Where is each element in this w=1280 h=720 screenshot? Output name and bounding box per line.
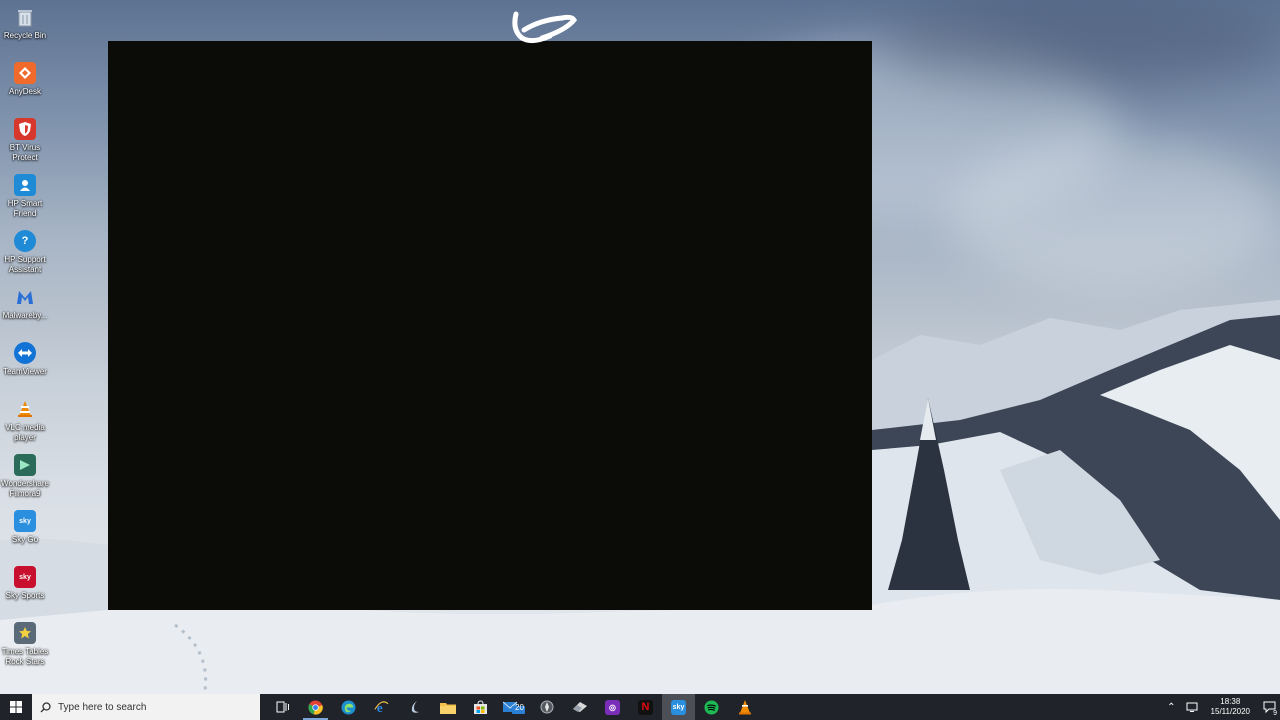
vlc-icon	[738, 700, 751, 715]
taskbar-internet-explorer[interactable]: e	[365, 694, 398, 720]
taskbar-cortana[interactable]	[398, 694, 431, 720]
taskbar-pinned-apps: e 20 ◎ N sky	[266, 694, 761, 720]
times-tables-rock-stars-icon	[14, 622, 36, 644]
desktop-icon-sky-sports[interactable]: sky Sky Sports	[0, 566, 50, 601]
internet-explorer-icon: e	[374, 700, 389, 715]
purple-app-icon: ◎	[605, 699, 620, 715]
anydesk-icon	[14, 62, 36, 84]
sky-icon: sky	[671, 699, 686, 715]
desktop-icon-anydesk[interactable]: AnyDesk	[0, 62, 50, 97]
taskbar-store[interactable]	[464, 694, 497, 720]
recycle-bin-icon	[14, 6, 36, 28]
compass-icon	[540, 700, 553, 714]
desktop-icon-label: HP Support Assistant	[4, 255, 46, 274]
network-icon[interactable]	[1186, 702, 1198, 712]
filmora-icon	[14, 454, 36, 476]
desktop-icon-label: Malwareby...	[2, 311, 48, 320]
chevron-up-icon[interactable]: ⌃	[1167, 702, 1175, 713]
search-icon	[40, 701, 51, 712]
desktop-icon-recycle-bin[interactable]: Recycle Bin	[0, 6, 50, 41]
desktop-icon-malwarebytes[interactable]: Malwareby...	[0, 286, 50, 321]
desktop-icon-sky-go[interactable]: sky Sky Go	[0, 510, 50, 545]
spotify-icon	[704, 699, 719, 715]
desktop-icon-label: VLC media player	[5, 423, 45, 442]
taskbar-purple-app[interactable]: ◎	[596, 694, 629, 720]
task-view-button[interactable]	[266, 694, 299, 720]
desktop-icon-label: BT Virus Protect	[9, 143, 41, 162]
eraser-icon	[572, 702, 587, 712]
desktop-icon-label: TeamViewer	[3, 367, 47, 376]
taskbar: Type here to search e 20 ◎ N sky ⌃ 18:38…	[0, 694, 1280, 720]
pen-annotation-mark	[512, 11, 577, 44]
desktop-icon-hp-support-assistant[interactable]: ? HP Support Assistant	[0, 230, 50, 275]
desktop-icon-label: Wondershare Filmora9	[1, 479, 49, 498]
hp-smart-friend-icon	[14, 174, 36, 196]
sky-sports-icon: sky	[14, 566, 36, 588]
desktop-icon-bt-virus-protect[interactable]: BT Virus Protect	[0, 118, 50, 163]
chrome-icon	[308, 699, 323, 715]
desktop-icon-label: HP Smart Friend	[7, 199, 43, 218]
taskbar-netflix[interactable]: N	[629, 694, 662, 720]
desktop-icon-label: AnyDesk	[8, 87, 41, 96]
edge-icon	[341, 699, 356, 715]
taskbar-sky[interactable]: sky	[662, 694, 695, 720]
taskbar-clock[interactable]: 18:38 15/11/2020	[1211, 697, 1250, 717]
store-icon	[474, 699, 487, 714]
taskbar-edge[interactable]	[332, 694, 365, 720]
taskbar-compass-app[interactable]	[530, 694, 563, 720]
vlc-icon	[14, 398, 36, 420]
taskbar-mail[interactable]: 20	[497, 694, 530, 720]
desktop-icon-vlc[interactable]: VLC media player	[0, 398, 50, 443]
teamviewer-icon	[14, 342, 36, 364]
malwarebytes-icon	[14, 286, 36, 308]
bt-virus-protect-icon	[14, 118, 36, 140]
clock-date: 15/11/2020	[1210, 707, 1250, 716]
taskbar-spotify[interactable]	[695, 694, 728, 720]
desktop-icon-teamviewer[interactable]: TeamViewer	[0, 342, 50, 377]
cortana-icon	[411, 701, 419, 713]
taskbar-file-explorer[interactable]	[431, 694, 464, 720]
taskbar-chrome[interactable]	[299, 694, 332, 720]
system-tray: ⌃ 18:38 15/11/2020 9	[1162, 694, 1280, 720]
notification-count: 9	[1273, 710, 1277, 717]
folder-icon	[439, 702, 456, 714]
hp-support-assistant-icon: ?	[14, 230, 36, 252]
windows-logo-icon	[10, 701, 22, 713]
desktop-icon-filmora[interactable]: Wondershare Filmora9	[0, 454, 50, 499]
start-button[interactable]	[0, 694, 32, 720]
sky-go-icon: sky	[14, 510, 36, 532]
desktop-icon-label: Sky Go	[11, 535, 39, 544]
clock-time: 18:38	[1220, 697, 1241, 706]
search-placeholder: Type here to search	[58, 701, 147, 713]
desktop-icon-label: Times Tables Rock Stars	[1, 647, 49, 666]
desktop-icon-label: Recycle Bin	[3, 31, 47, 40]
video-window[interactable]	[108, 41, 872, 610]
desktop-icon-hp-smart-friend[interactable]: HP Smart Friend	[0, 174, 50, 219]
taskbar-vlc[interactable]	[728, 694, 761, 720]
action-center-button[interactable]: 9	[1258, 694, 1280, 720]
taskbar-search-box[interactable]: Type here to search	[32, 694, 260, 720]
taskbar-eraser-app[interactable]	[563, 694, 596, 720]
task-view-icon	[276, 701, 289, 713]
mail-badge: 20	[515, 703, 524, 712]
desktop-icon-times-tables-rock-stars[interactable]: Times Tables Rock Stars	[0, 622, 50, 667]
netflix-icon: N	[638, 699, 653, 715]
desktop-icon-label: Sky Sports	[5, 591, 45, 600]
